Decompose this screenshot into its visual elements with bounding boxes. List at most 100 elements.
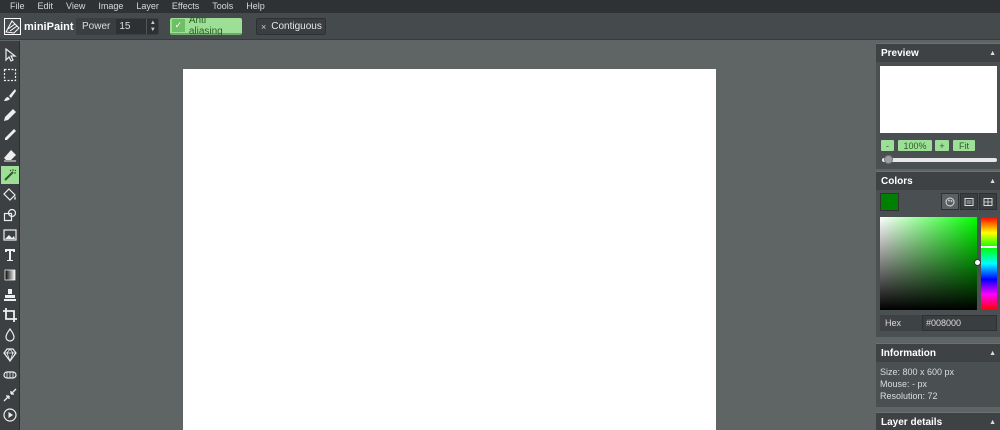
- magic-wand-icon: [4, 169, 17, 181]
- menu-file[interactable]: File: [10, 0, 25, 13]
- zoom-in-button[interactable]: +: [935, 140, 949, 151]
- power-label: Power: [82, 21, 111, 32]
- tool-text[interactable]: [1, 246, 19, 264]
- stepper-down-icon[interactable]: ▼: [150, 27, 156, 34]
- collapse-caret-icon[interactable]: ▲: [989, 178, 996, 185]
- erase-icon: [4, 150, 16, 162]
- info-size: Size: 800 x 600 px: [880, 367, 955, 377]
- crop-icon: [3, 308, 17, 322]
- colors-header[interactable]: Colors ▲: [876, 172, 1000, 190]
- information-title: Information: [881, 347, 936, 359]
- collapse-caret-icon[interactable]: ▲: [989, 50, 996, 57]
- cross-icon: ×: [261, 21, 267, 32]
- tools-sidebar: [0, 41, 20, 430]
- tool-image[interactable]: [1, 226, 19, 244]
- check-icon: ✓: [172, 19, 185, 32]
- tool-desaturate[interactable]: [1, 366, 19, 384]
- power-input[interactable]: [116, 19, 147, 34]
- zoom-slider-handle[interactable]: [884, 155, 893, 164]
- minipaint-logo-icon: [4, 18, 21, 35]
- tool-blur[interactable]: [1, 326, 19, 344]
- color-mode-buttons: [940, 193, 997, 210]
- saturation-value-picker[interactable]: [880, 217, 977, 310]
- menu-bar: File Edit View Image Layer Effects Tools…: [0, 0, 1000, 13]
- information-panel: Information ▲ Size: 800 x 600 px Mouse: …: [876, 343, 1000, 407]
- swatches-mode-button[interactable]: [979, 193, 997, 210]
- power-stepper[interactable]: ▲ ▼: [146, 19, 159, 34]
- current-color-swatch[interactable]: [880, 193, 899, 211]
- list-icon: [964, 197, 974, 206]
- tool-brush[interactable]: [1, 86, 19, 104]
- tool-clone[interactable]: [1, 286, 19, 304]
- menu-effects[interactable]: Effects: [172, 0, 199, 13]
- stepper-up-icon[interactable]: ▲: [150, 20, 156, 27]
- preview-title: Preview: [881, 47, 919, 59]
- tool-gradient[interactable]: [1, 266, 19, 284]
- hue-slider[interactable]: [981, 217, 997, 310]
- app-logo: miniPaint: [4, 18, 74, 35]
- pencil-icon: [4, 109, 16, 121]
- color-picker-cursor[interactable]: [974, 259, 981, 266]
- tool-pencil[interactable]: [1, 106, 19, 124]
- tool-select[interactable]: [1, 46, 19, 64]
- power-control: Power ▲ ▼: [76, 18, 160, 35]
- layer-details-panel: Layer details ▲: [876, 412, 1000, 430]
- palette-mode-button[interactable]: [941, 193, 959, 210]
- sliders-mode-button[interactable]: [960, 193, 978, 210]
- bulge-pinch-icon: [3, 388, 17, 402]
- tool-erase[interactable]: [1, 146, 19, 164]
- select-tool-icon: [5, 48, 17, 62]
- tool-magic-wand[interactable]: [1, 166, 19, 184]
- gradient-icon: [4, 269, 16, 281]
- zoom-out-button[interactable]: -: [881, 140, 894, 151]
- brush-icon: [4, 89, 16, 101]
- info-mouse: Mouse: - px: [880, 379, 928, 389]
- tool-crop[interactable]: [1, 306, 19, 324]
- text-icon: [5, 249, 15, 261]
- drawing-canvas[interactable]: [183, 69, 716, 430]
- hex-input[interactable]: [922, 315, 997, 331]
- clone-icon: [4, 289, 16, 301]
- tool-bulge-pinch[interactable]: [1, 386, 19, 404]
- tool-fill[interactable]: [1, 186, 19, 204]
- menu-edit[interactable]: Edit: [38, 0, 54, 13]
- image-icon: [3, 229, 17, 241]
- sharpen-icon: [3, 348, 17, 362]
- menu-help[interactable]: Help: [246, 0, 265, 13]
- tool-shape[interactable]: [1, 206, 19, 224]
- information-header[interactable]: Information ▲: [876, 344, 1000, 362]
- tool-selection[interactable]: [1, 66, 19, 84]
- menu-image[interactable]: Image: [98, 0, 123, 13]
- preview-thumbnail[interactable]: [880, 66, 997, 133]
- hue-slider-handle[interactable]: [981, 246, 997, 248]
- contiguous-toggle[interactable]: × Contiguous: [256, 18, 326, 35]
- tool-color-picker[interactable]: [1, 126, 19, 144]
- menu-tools[interactable]: Tools: [212, 0, 233, 13]
- menu-view[interactable]: View: [66, 0, 85, 13]
- anti-aliasing-label: Anti aliasing: [188, 14, 223, 37]
- contiguous-label: Contiguous: [271, 21, 322, 32]
- preview-panel: Preview ▲ - 100% + Fit: [876, 43, 1000, 169]
- shape-icon: [3, 208, 17, 222]
- preview-header[interactable]: Preview ▲: [876, 44, 1000, 62]
- zoom-level-button[interactable]: 100%: [898, 140, 932, 151]
- collapse-caret-icon[interactable]: ▲: [989, 419, 996, 426]
- colors-panel: Colors ▲ Hex: [876, 171, 1000, 337]
- desaturate-icon: [3, 371, 17, 379]
- menu-layer[interactable]: Layer: [136, 0, 159, 13]
- tool-options-bar: miniPaint Power ▲ ▼ ✓ Anti aliasing × Co…: [0, 13, 1000, 40]
- grid-icon: [983, 197, 993, 206]
- selection-rect-icon: [3, 68, 17, 82]
- tool-animation[interactable]: [1, 406, 19, 424]
- zoom-slider[interactable]: [882, 158, 997, 162]
- collapse-caret-icon[interactable]: ▲: [989, 350, 996, 357]
- tool-sharpen[interactable]: [1, 346, 19, 364]
- zoom-fit-button[interactable]: Fit: [953, 140, 975, 151]
- blur-icon: [5, 328, 15, 342]
- app-name: miniPaint: [24, 20, 74, 33]
- info-resolution: Resolution: 72: [880, 391, 938, 401]
- animation-icon: [3, 408, 17, 422]
- layer-details-header[interactable]: Layer details ▲: [876, 413, 1000, 430]
- palette-icon: [945, 197, 955, 206]
- anti-aliasing-toggle[interactable]: ✓ Anti aliasing: [170, 14, 242, 37]
